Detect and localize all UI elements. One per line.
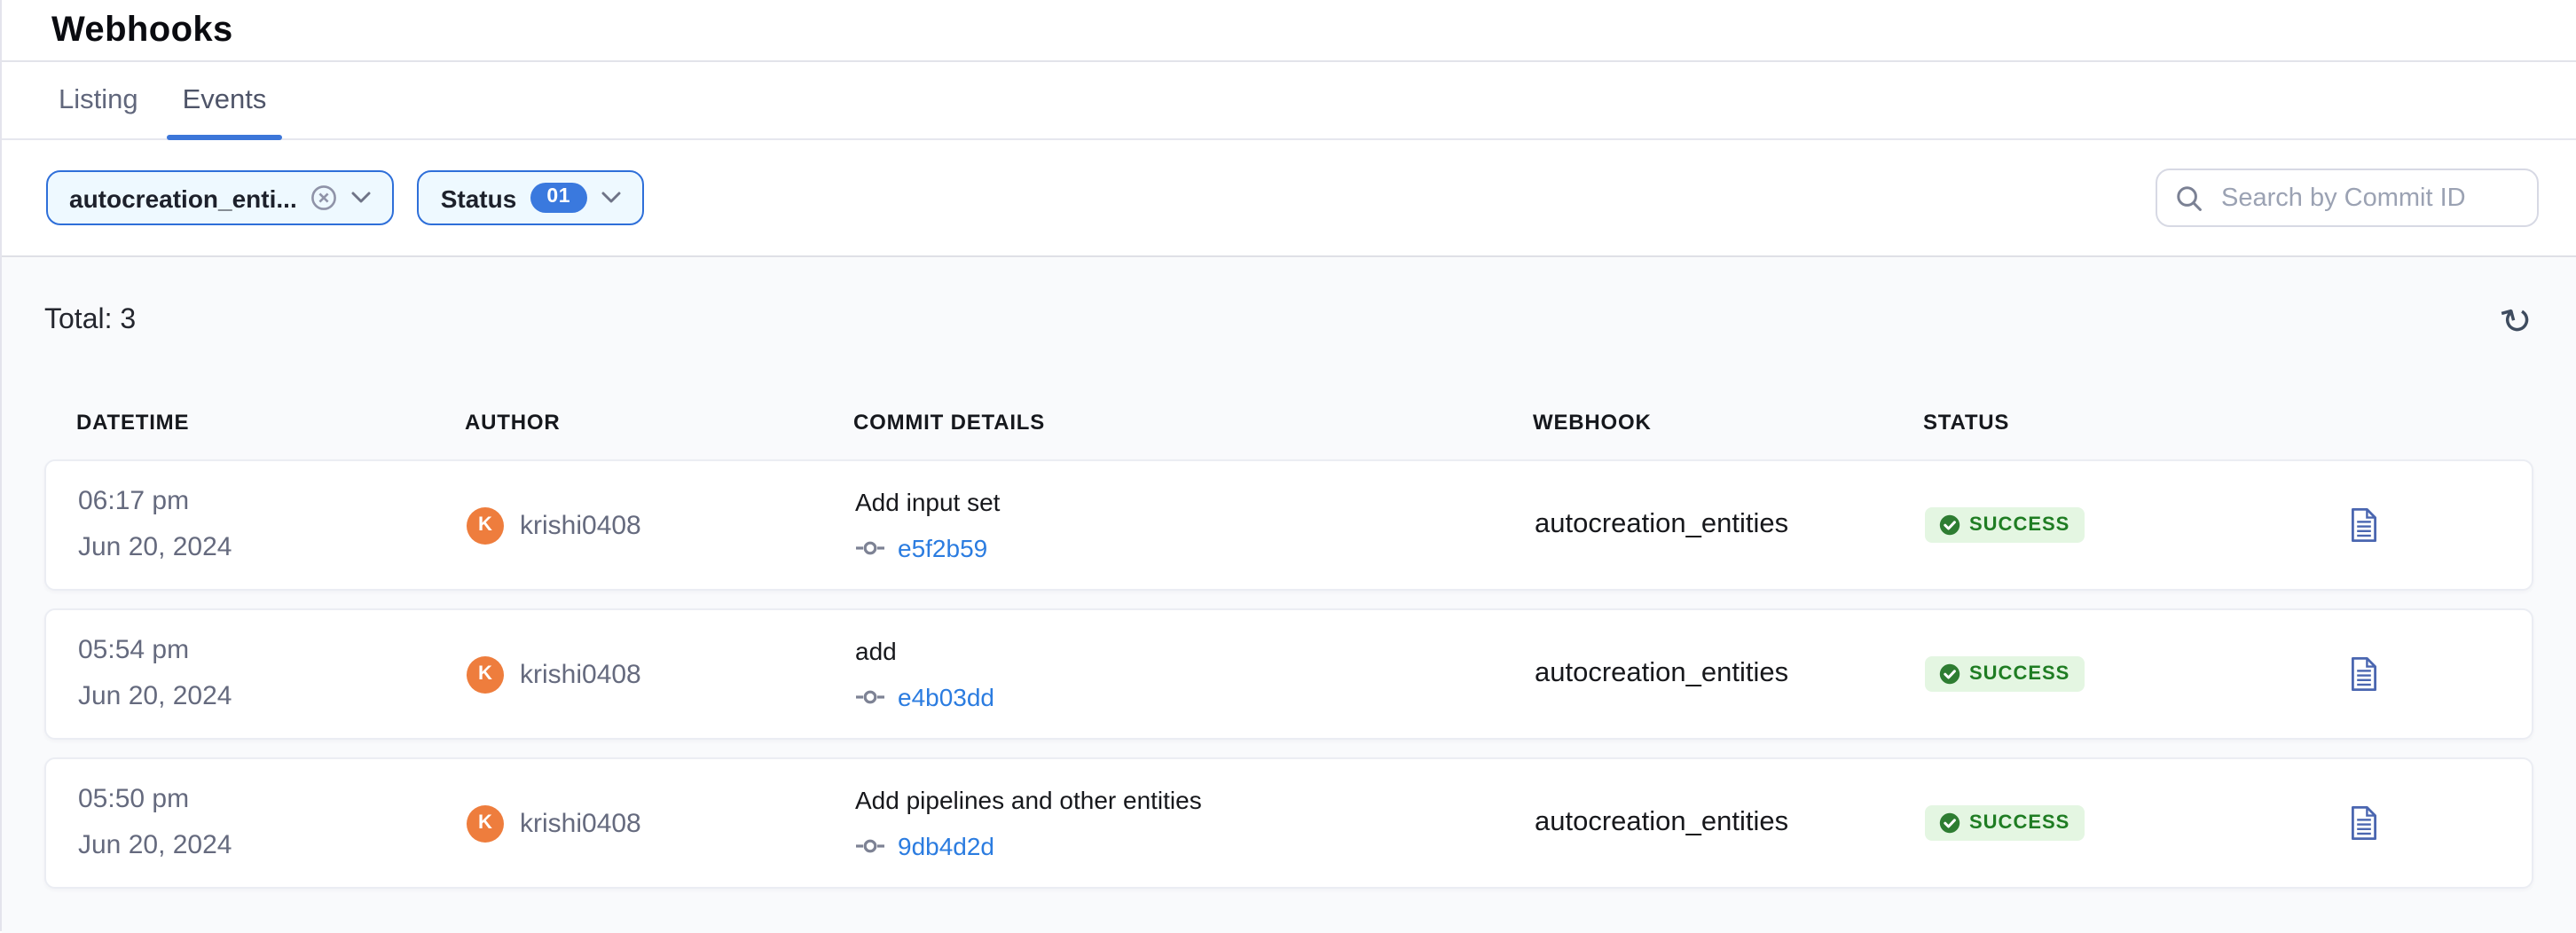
check-circle-icon	[1939, 663, 1960, 685]
commit-details-cell: Add input set e5f2b59	[855, 479, 1535, 571]
commit-details-cell: Add pipelines and other entities 9db4d2d	[855, 777, 1535, 869]
document-icon[interactable]	[2351, 507, 2377, 543]
status-badge: SUCCESS	[1925, 507, 2084, 543]
author-cell: K krishi0408	[467, 506, 855, 544]
column-header-webhook: WEBHOOK	[1533, 410, 1923, 435]
actions-cell	[2351, 507, 2532, 543]
table-row[interactable]: 06:17 pm Jun 20, 2024 K krishi0408 Add i…	[44, 459, 2533, 591]
commit-message: Add input set	[855, 479, 1000, 525]
total-count-text: Total: 3	[44, 305, 136, 337]
status-label: SUCCESS	[1969, 514, 2069, 536]
author-name: krishi0408	[520, 659, 641, 689]
webhook-name: autocreation_entities	[1535, 807, 1788, 839]
commit-message: add	[855, 628, 897, 674]
status-cell: SUCCESS	[1925, 507, 2351, 543]
event-time: 05:50 pm	[78, 777, 189, 823]
check-circle-icon	[1939, 812, 1960, 834]
avatar: K	[467, 804, 504, 842]
status-cell: SUCCESS	[1925, 656, 2351, 692]
commit-message: Add pipelines and other entities	[855, 777, 1202, 823]
webhook-filter-label: autocreation_enti...	[69, 184, 297, 212]
status-filter-label: Status	[441, 184, 517, 212]
status-badge: SUCCESS	[1925, 656, 2084, 692]
webhook-filter-chip[interactable]: autocreation_enti...	[46, 170, 395, 225]
webhook-cell: autocreation_entities	[1535, 658, 1925, 690]
event-date: Jun 20, 2024	[78, 823, 232, 869]
datetime-cell: 05:54 pm Jun 20, 2024	[78, 628, 467, 720]
check-circle-icon	[1939, 514, 1960, 536]
avatar: K	[467, 655, 504, 693]
actions-cell	[2351, 656, 2532, 692]
commit-id-link[interactable]: e5f2b59	[898, 525, 987, 571]
column-header-author: AUTHOR	[465, 410, 853, 435]
filter-bar: autocreation_enti... Status 01	[2, 140, 2576, 257]
page-title: Webhooks	[51, 10, 233, 51]
column-header-status: STATUS	[1923, 410, 2349, 435]
event-date: Jun 20, 2024	[78, 525, 232, 571]
column-header-datetime: DATETIME	[76, 410, 465, 435]
webhook-name: autocreation_entities	[1535, 509, 1788, 541]
author-cell: K krishi0408	[467, 804, 855, 842]
status-filter-count-badge: 01	[530, 183, 586, 214]
refresh-icon[interactable]: ↻	[2498, 299, 2538, 343]
commit-id-link[interactable]: e4b03dd	[898, 674, 994, 720]
webhook-name: autocreation_entities	[1535, 658, 1788, 690]
search-input[interactable]	[2218, 182, 2556, 214]
webhooks-page: Webhooks Listing Events autocreation_ent…	[0, 0, 2576, 931]
status-badge: SUCCESS	[1925, 805, 2084, 841]
git-commit-icon	[855, 835, 885, 857]
webhook-cell: autocreation_entities	[1535, 807, 1925, 839]
git-commit-icon	[855, 537, 885, 559]
chevron-down-icon[interactable]	[601, 192, 620, 204]
event-time: 05:54 pm	[78, 628, 189, 674]
avatar: K	[467, 506, 504, 544]
datetime-cell: 05:50 pm Jun 20, 2024	[78, 777, 467, 869]
author-name: krishi0408	[520, 510, 641, 540]
event-date: Jun 20, 2024	[78, 674, 232, 720]
tab-bar: Listing Events	[2, 62, 2576, 140]
total-row: Total: 3 ↻	[44, 257, 2533, 385]
tab-events[interactable]: Events	[167, 62, 283, 138]
search-icon	[2175, 184, 2203, 212]
actions-cell	[2351, 805, 2532, 841]
events-content: Total: 3 ↻ DATETIME AUTHOR COMMIT DETAIL…	[2, 257, 2576, 933]
author-name: krishi0408	[520, 808, 641, 838]
page-header: Webhooks	[2, 0, 2576, 62]
status-label: SUCCESS	[1969, 812, 2069, 834]
webhook-cell: autocreation_entities	[1535, 509, 1925, 541]
status-cell: SUCCESS	[1925, 805, 2351, 841]
status-filter-chip[interactable]: Status 01	[418, 170, 643, 225]
status-label: SUCCESS	[1969, 663, 2069, 685]
chevron-down-icon[interactable]	[352, 192, 372, 204]
author-cell: K krishi0408	[467, 655, 855, 693]
git-commit-icon	[855, 686, 885, 708]
table-row[interactable]: 05:54 pm Jun 20, 2024 K krishi0408 add e…	[44, 608, 2533, 740]
document-icon[interactable]	[2351, 805, 2377, 841]
commit-id-link[interactable]: 9db4d2d	[898, 823, 994, 869]
x-circle-icon[interactable]	[311, 184, 338, 211]
table-header: DATETIME AUTHOR COMMIT DETAILS WEBHOOK S…	[44, 385, 2533, 459]
tab-listing[interactable]: Listing	[59, 62, 138, 138]
table-row[interactable]: 05:50 pm Jun 20, 2024 K krishi0408 Add p…	[44, 757, 2533, 889]
event-time: 06:17 pm	[78, 479, 189, 525]
commit-details-cell: add e4b03dd	[855, 628, 1535, 720]
datetime-cell: 06:17 pm Jun 20, 2024	[78, 479, 467, 571]
column-header-commit-details: COMMIT DETAILS	[853, 410, 1533, 435]
document-icon[interactable]	[2351, 656, 2377, 692]
commit-search-box	[2156, 169, 2539, 227]
